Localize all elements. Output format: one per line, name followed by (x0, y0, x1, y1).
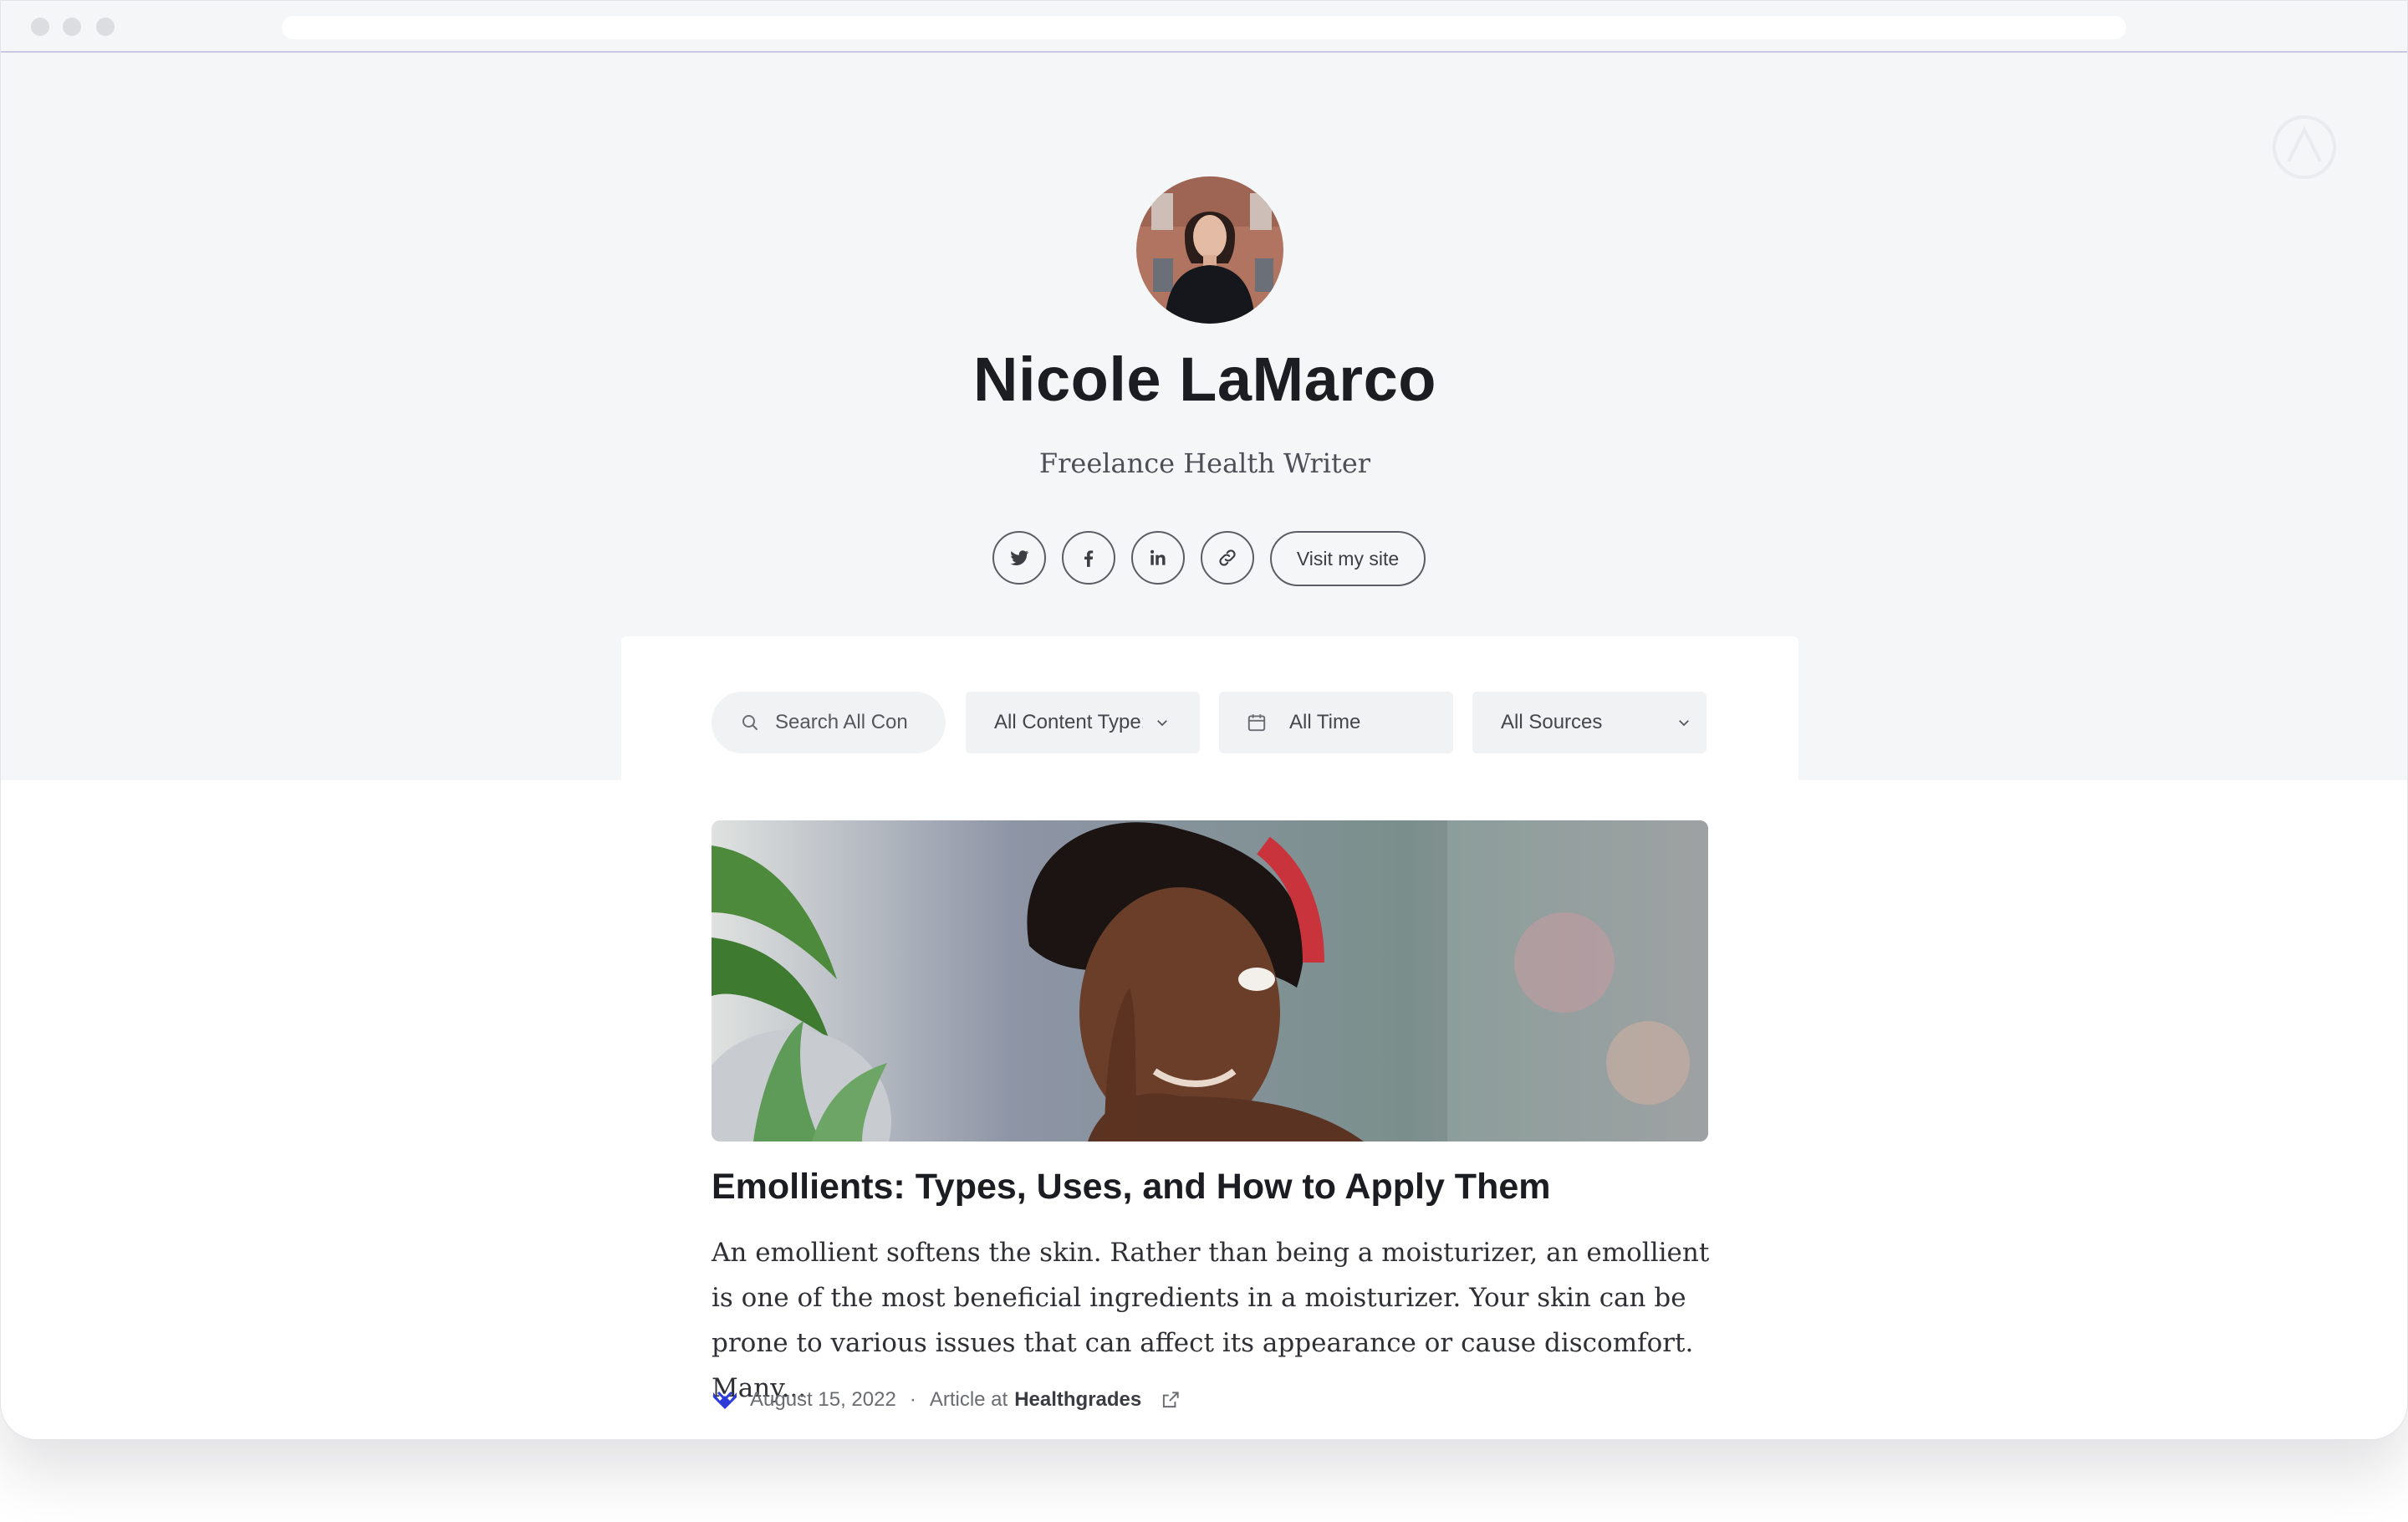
search-icon (742, 715, 758, 730)
article-excerpt: An emollient softens the skin. Rather th… (712, 1238, 1710, 1403)
corner-logo-icon (2273, 115, 2336, 179)
article-title[interactable]: Emollients: Types, Uses, and How to Appl… (712, 1167, 1715, 1208)
visit-site-button[interactable]: Visit my site (1270, 531, 1426, 586)
time-range-select[interactable]: All Time (1219, 692, 1453, 753)
facebook-button[interactable] (1062, 531, 1115, 585)
article-source[interactable]: Healthgrades (1014, 1388, 1141, 1412)
window-minimize-dot[interactable] (63, 18, 81, 36)
calendar-icon (1247, 714, 1266, 732)
external-link-icon[interactable] (1160, 1389, 1181, 1411)
title-bar (1, 1, 2407, 53)
profile-name: Nicole LaMarco (973, 345, 1436, 414)
article-image[interactable] (712, 820, 1708, 1142)
avatar (1136, 176, 1283, 324)
search-input[interactable]: Search All Con (712, 692, 946, 753)
facebook-icon (1084, 550, 1094, 567)
content-type-select[interactable]: All Content Type: (966, 692, 1200, 753)
linkedin-button[interactable] (1131, 531, 1185, 585)
article-photo-icon (712, 820, 1708, 1142)
healthgrades-logo-icon (713, 1391, 737, 1409)
window-close-dot[interactable] (31, 18, 49, 36)
twitter-icon (1010, 550, 1029, 565)
linkedin-icon (1150, 549, 1166, 565)
chevron-down-icon (1157, 720, 1167, 727)
browser-window: Nicole LaMarco Freelance Health Writer V… (0, 0, 2408, 1440)
article-meta: August 15, 2022 · Article at Healthgrade… (712, 1386, 1181, 1414)
article-type: Article at (929, 1388, 1008, 1411)
link-button[interactable] (1201, 531, 1254, 585)
profile-tagline: Freelance Health Writer (1038, 447, 1371, 479)
address-bar[interactable] (282, 16, 2126, 39)
time-range-value: All Time (1289, 711, 1361, 733)
article-date: August 15, 2022 (750, 1388, 896, 1411)
content-type-value: All Content Type: (994, 711, 1143, 733)
twitter-button[interactable] (992, 531, 1046, 585)
chevron-down-icon (1679, 720, 1689, 727)
link-icon (1219, 549, 1236, 566)
meta-separator: · (909, 1388, 916, 1411)
avatar-photo-icon (1136, 176, 1283, 324)
sources-value: All Sources (1501, 711, 1603, 733)
search-placeholder: Search All Con (775, 711, 908, 733)
window-maximize-dot[interactable] (96, 18, 115, 36)
sources-select[interactable]: All Sources (1472, 692, 1707, 753)
